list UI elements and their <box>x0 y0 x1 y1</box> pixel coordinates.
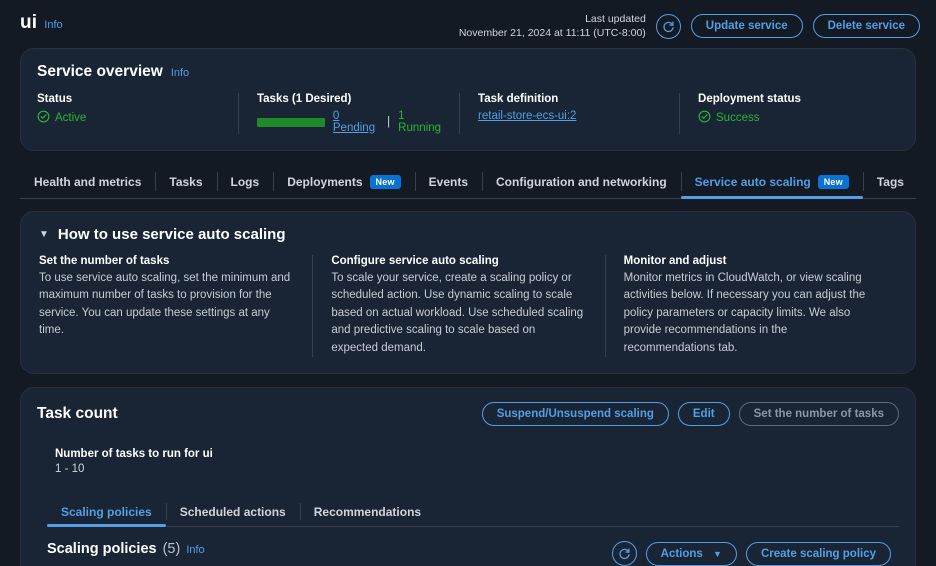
tab-tasks[interactable]: Tasks <box>155 165 216 198</box>
page-title-group: ui Info <box>20 8 63 34</box>
deployment-status-label: Deployment status <box>698 93 801 105</box>
service-overview-grid: Status Active Tasks (1 Desired) 0 Pendin… <box>37 93 899 134</box>
delete-service-button[interactable]: Delete service <box>812 14 920 39</box>
last-updated-value: November 21, 2024 at 11:11 (UTC-8:00) <box>458 27 646 40</box>
task-count-card: Task count Suspend/Unsuspend scaling Edi… <box>20 387 916 566</box>
main-tab-bar: Health and metrics Tasks Logs Deployment… <box>20 165 916 199</box>
tab-tags[interactable]: Tags <box>862 165 918 198</box>
scaling-tab-bar: Scaling policies Scheduled actions Recom… <box>47 497 899 528</box>
inner-tab-scaling-policies[interactable]: Scaling policies <box>47 497 166 528</box>
how-to-card: ▼ How to use service auto scaling Set th… <box>20 211 916 375</box>
page-header: ui Info Last updated November 21, 2024 a… <box>0 0 936 42</box>
tab-health-and-metrics[interactable]: Health and metrics <box>20 165 155 198</box>
scaling-policies-title: Scaling policies <box>47 541 157 558</box>
tasks-running: 1 Running <box>398 110 442 134</box>
tasks-progress-bar <box>256 117 325 127</box>
how-to-col-title: Configure service auto scaling <box>331 255 499 267</box>
header-actions: Last updated November 21, 2024 at 11:11 … <box>459 8 920 40</box>
tab-deployments[interactable]: Deployments New <box>273 165 414 198</box>
scaling-policies-buttons: Actions ▼ Create scaling policy <box>611 541 891 566</box>
edit-button[interactable]: Edit <box>677 402 730 427</box>
task-definition-label: Task definition <box>478 93 559 105</box>
how-to-col-body: To scale your service, create a scaling … <box>331 272 584 354</box>
page-title: ui <box>20 12 38 33</box>
how-to-col-body: To use service auto scaling, set the min… <box>39 272 291 337</box>
refresh-icon[interactable] <box>611 541 637 566</box>
task-count-body: Number of tasks to run for ui 1 - 10 <box>37 426 899 475</box>
page-info-link[interactable]: Info <box>44 19 62 31</box>
set-number-of-tasks-button: Set the number of tasks <box>738 402 899 427</box>
scaling-policies-header: Scaling policies (5) Info Actions ▼ Crea… <box>37 527 899 566</box>
last-updated-label: Last updated <box>585 13 646 25</box>
inner-tab-label: Scheduled actions <box>179 504 286 519</box>
scaling-policies-title-group: Scaling policies (5) Info <box>47 541 205 557</box>
new-badge: New <box>817 174 849 189</box>
service-auto-scaling-page: ui Info Last updated November 21, 2024 a… <box>0 0 936 566</box>
last-updated: Last updated November 21, 2024 at 11:11 … <box>459 12 646 40</box>
chevron-down-icon: ▼ <box>713 548 722 559</box>
tab-label: Logs <box>230 174 260 189</box>
check-circle-icon <box>37 110 50 126</box>
inner-tab-label: Scaling policies <box>61 504 152 519</box>
overview-col-deployment-status: Deployment status Success <box>679 93 899 134</box>
tab-label: Health and metrics <box>34 174 142 189</box>
tasks-label: Tasks (1 Desired) <box>256 93 352 105</box>
check-circle-icon <box>698 110 711 126</box>
tab-label: Tasks <box>169 174 203 189</box>
scaling-policies-toolbar: Actions ▼ Create scaling policy ‹ 1 › <box>611 541 891 566</box>
tab-label: Tags <box>876 174 904 189</box>
service-overview-title: Service overview <box>37 63 163 80</box>
how-to-col-configure-auto-scaling: Configure service auto scaling To scale … <box>312 255 604 358</box>
overview-col-status: Status Active <box>37 93 238 134</box>
tasks-separator: | <box>387 116 391 128</box>
task-count-actions: Suspend/Unsuspend scaling Edit Set the n… <box>481 402 899 427</box>
suspend-unsuspend-scaling-button[interactable]: Suspend/Unsuspend scaling <box>481 402 669 427</box>
chevron-down-icon: ▼ <box>39 229 49 240</box>
service-overview-info-link[interactable]: Info <box>171 67 189 79</box>
status-label: Status <box>37 93 73 105</box>
inner-tab-label: Recommendations <box>313 504 422 519</box>
how-to-col-title: Monitor and adjust <box>623 255 727 267</box>
tab-label: Deployments <box>287 174 363 189</box>
refresh-icon[interactable] <box>655 13 681 39</box>
task-count-header: Task count Suspend/Unsuspend scaling Edi… <box>37 402 899 427</box>
scaling-policies-count: (5) <box>162 541 181 558</box>
how-to-title: How to use service auto scaling <box>57 226 286 243</box>
update-service-button[interactable]: Update service <box>690 14 803 39</box>
number-of-tasks-value: 1 - 10 <box>55 463 85 476</box>
inner-tab-scheduled-actions[interactable]: Scheduled actions <box>165 497 300 526</box>
status-value: Active <box>37 110 224 126</box>
create-scaling-policy-button[interactable]: Create scaling policy <box>745 541 891 566</box>
tab-logs[interactable]: Logs <box>216 165 274 198</box>
tab-label: Configuration and networking <box>496 174 667 189</box>
how-to-header[interactable]: ▼ How to use service auto scaling <box>39 226 897 243</box>
tab-label: Events <box>428 174 469 189</box>
how-to-col-set-number-of-tasks: Set the number of tasks To use service a… <box>39 255 312 357</box>
overview-col-tasks: Tasks (1 Desired) 0 Pending | 1 Running <box>237 93 459 134</box>
status-badge: Active <box>55 112 87 124</box>
tab-events[interactable]: Events <box>414 165 482 198</box>
service-overview-header: Service overview Info <box>37 63 899 81</box>
task-count-title: Task count <box>37 405 118 423</box>
tasks-pending[interactable]: 0 Pending <box>333 110 379 134</box>
scaling-policies-info-link[interactable]: Info <box>186 544 204 556</box>
how-to-col-body: Monitor metrics in CloudWatch, or view s… <box>623 272 866 354</box>
how-to-grid: Set the number of tasks To use service a… <box>39 255 897 358</box>
overview-col-task-definition: Task definition retail-store-ecs-ui:2 <box>459 93 679 134</box>
tab-service-auto-scaling[interactable]: Service auto scaling New <box>680 165 864 199</box>
inner-tab-recommendations[interactable]: Recommendations <box>299 497 435 526</box>
how-to-col-title: Set the number of tasks <box>39 255 170 267</box>
actions-label: Actions <box>660 547 703 560</box>
how-to-col-monitor-and-adjust: Monitor and adjust Monitor metrics in Cl… <box>604 255 897 358</box>
new-badge: New <box>369 174 401 189</box>
actions-dropdown-button[interactable]: Actions ▼ <box>645 541 737 566</box>
number-of-tasks-label: Number of tasks to run for ui <box>55 448 213 461</box>
tab-configuration-and-networking[interactable]: Configuration and networking <box>482 165 681 198</box>
tasks-value: 0 Pending | 1 Running <box>256 110 445 134</box>
task-definition-link[interactable]: retail-store-ecs-ui:2 <box>478 110 576 122</box>
tab-label: Service auto scaling <box>694 174 811 189</box>
service-overview-card: Service overview Info Status Active Task… <box>20 48 916 151</box>
deployment-status-badge: Success <box>716 112 760 124</box>
